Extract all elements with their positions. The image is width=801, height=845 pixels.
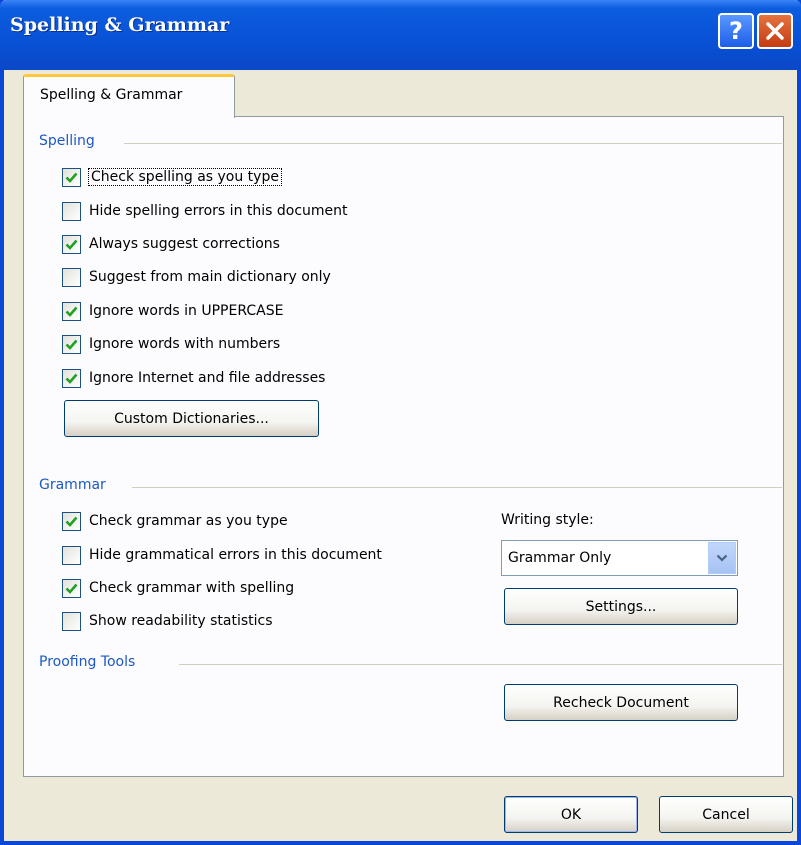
writing-style-select[interactable]: Grammar Only [501,540,738,576]
option-label: Suggest from main dictionary only [89,269,331,285]
ok-button[interactable]: OK [504,796,638,833]
settings-button[interactable]: Settings... [504,588,738,625]
option-hide-spelling-errors[interactable]: Hide spelling errors in this document [62,200,348,222]
option-ignore-numbers[interactable]: Ignore words with numbers [62,333,280,355]
checkbox[interactable] [62,611,81,631]
close-icon [766,22,784,40]
checkbox[interactable] [62,167,81,187]
tab-spelling-grammar[interactable]: Spelling & Grammar [23,74,235,118]
option-ignore-uppercase[interactable]: Ignore words in UPPERCASE [62,300,283,322]
cancel-button[interactable]: Cancel [659,796,793,833]
option-ignore-internet-addresses[interactable]: Ignore Internet and file addresses [62,367,325,389]
checkbox[interactable] [62,234,81,254]
option-label: Ignore Internet and file addresses [89,370,326,386]
help-icon: ? [729,17,743,45]
option-label: Hide spelling errors in this document [89,203,348,219]
option-always-suggest-corrections[interactable]: Always suggest corrections [62,233,280,255]
checkmark-icon [65,339,78,350]
proofing-divider [179,664,782,665]
chevron-down-icon [716,554,728,562]
option-check-spelling-as-you-type[interactable]: Check spelling as you type [62,166,282,188]
option-label: Check spelling as you type [88,168,282,186]
option-label: Ignore words in UPPERCASE [89,303,284,319]
proofing-tools-heading: Proofing Tools [39,654,142,670]
grammar-divider [132,487,782,488]
tab-label: Spelling & Grammar [40,87,183,103]
close-button[interactable] [757,13,793,49]
spelling-divider [124,143,782,144]
checkmark-icon [65,239,78,250]
dropdown-button[interactable] [708,542,736,574]
help-button[interactable]: ? [718,13,754,49]
checkmark-icon [65,172,78,183]
option-label: Show readability statistics [89,613,273,629]
writing-style-value: Grammar Only [508,550,612,566]
option-check-grammar-as-you-type[interactable]: Check grammar as you type [62,510,288,532]
checkbox[interactable] [62,511,81,531]
dialog-window: Spelling & Grammar ? Spelling & Grammar … [0,0,801,845]
recheck-document-button[interactable]: Recheck Document [504,684,738,721]
spelling-heading: Spelling [39,133,101,149]
checkbox[interactable] [62,578,81,598]
checkbox[interactable] [62,334,81,354]
option-check-grammar-with-spelling[interactable]: Check grammar with spelling [62,577,294,599]
option-suggest-main-dictionary[interactable]: Suggest from main dictionary only [62,266,331,288]
checkbox[interactable] [62,545,81,565]
option-label: Check grammar as you type [89,513,288,529]
option-label: Always suggest corrections [89,236,280,252]
option-label: Check grammar with spelling [89,580,295,596]
writing-style-label: Writing style: [501,512,594,528]
checkmark-icon [65,583,78,594]
title-bar[interactable]: Spelling & Grammar ? [0,0,801,70]
option-show-readability-statistics[interactable]: Show readability statistics [62,610,273,632]
option-label: Hide grammatical errors in this document [89,547,382,563]
checkbox[interactable] [62,201,81,221]
window-title: Spelling & Grammar [10,14,230,36]
checkmark-icon [65,516,78,527]
checkmark-icon [65,306,78,317]
checkmark-icon [65,373,78,384]
checkbox[interactable] [62,301,81,321]
checkbox[interactable] [62,267,81,287]
checkbox[interactable] [62,368,81,388]
option-hide-grammatical-errors[interactable]: Hide grammatical errors in this document [62,544,382,566]
option-label: Ignore words with numbers [89,336,281,352]
custom-dictionaries-button[interactable]: Custom Dictionaries... [64,400,319,437]
grammar-heading: Grammar [39,477,112,493]
